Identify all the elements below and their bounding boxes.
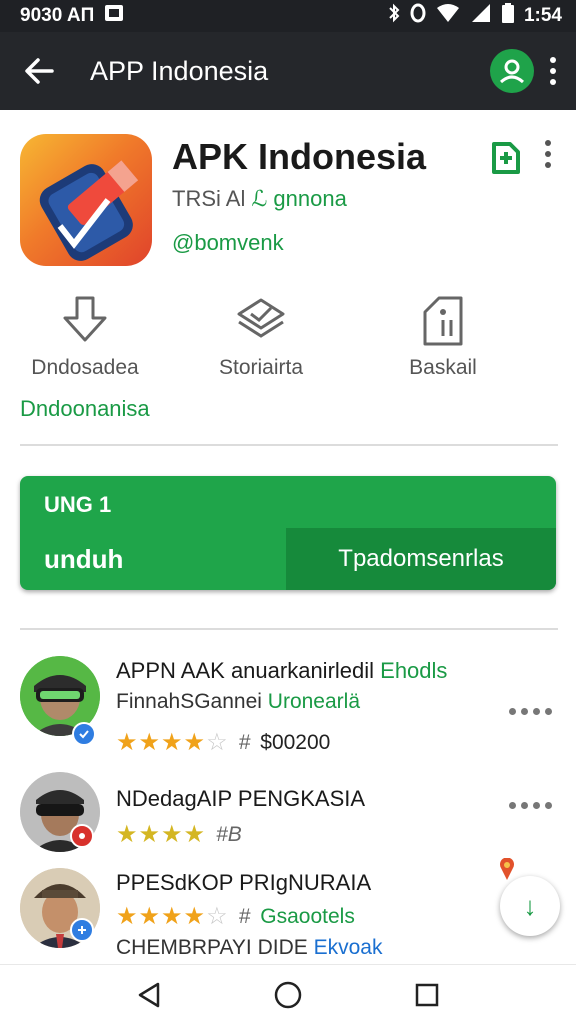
item-sub-text: CHEMBRPAYI DIDE <box>116 936 314 959</box>
more-horiz-icon[interactable] <box>509 802 552 809</box>
divider <box>20 628 558 630</box>
item-title-green: Ehodls <box>380 658 448 683</box>
account-button[interactable] <box>490 49 534 93</box>
verified-badge-icon <box>70 918 94 942</box>
star-rating: ★★★★ <box>116 821 207 848</box>
system-nav-bar <box>0 964 576 1024</box>
stat-downloads-label: Dndosadea <box>31 356 139 379</box>
app-subtitle-green: ℒ gnnona <box>251 186 347 211</box>
rating-row: ★★★★ #B <box>116 820 242 849</box>
status-time: 1:54 <box>523 5 562 26</box>
divider <box>20 444 558 446</box>
back-triangle-icon <box>139 982 160 1007</box>
list-item[interactable]: APPN AAK anuarkanirledil Ehodls FinnahSG… <box>0 654 576 757</box>
install-card: UNG 1 unduh Tpadomsenrlas <box>20 476 556 590</box>
app-name: APK Indonesia <box>172 136 427 177</box>
card-label: UNG 1 <box>44 492 112 517</box>
header-more-icon[interactable] <box>538 140 558 174</box>
item-sub-text: FinnahSGannei <box>116 690 268 713</box>
rating-text: Gsaootels <box>260 904 355 928</box>
list-item[interactable]: NDedagAIP PENGKASIA ★★★★ #B <box>0 772 576 872</box>
layers-icon <box>237 298 285 338</box>
stat-downloads[interactable]: Dndosadea <box>10 294 160 380</box>
status-bar: 9030 AП 1:54 <box>0 0 576 32</box>
category-link[interactable]: Dndoonanisa <box>20 396 150 422</box>
wishlist-button[interactable] <box>488 138 524 176</box>
badge-icon <box>70 824 94 848</box>
item-title: APPN AAK anuarkanirledil Ehodls <box>116 658 447 684</box>
sync-icon <box>410 3 426 29</box>
hash-label: #B <box>216 822 242 846</box>
app-bar: APP Indonesia <box>0 32 576 110</box>
verified-badge-icon <box>72 722 96 746</box>
developer-link[interactable]: @bomvenk <box>172 230 284 256</box>
stat-layers[interactable]: Storiairta <box>186 294 336 380</box>
item-sub-blue: Ekvoak <box>313 936 383 959</box>
nav-home-button[interactable] <box>264 971 312 1019</box>
more-horiz-icon[interactable] <box>509 708 552 715</box>
item-subtitle: CHEMBRPAYI DIDE Ekvoak <box>116 936 382 960</box>
back-button[interactable] <box>0 32 78 110</box>
rating-row: ★★★★☆ # Gsaootels <box>116 902 355 931</box>
screen: 9030 AП 1:54 APP Indonesia APK Indonesia… <box>0 0 576 1024</box>
download-arrow-icon <box>63 296 107 342</box>
item-title: NDedagAIP PENGKASIA <box>116 786 366 811</box>
image-icon <box>104 4 124 28</box>
list-item[interactable]: PPESdKOP PRIgNURAIA ★★★★☆ # Gsaootels CH… <box>0 866 576 966</box>
recents-square-icon <box>415 983 438 1006</box>
star-rating: ★★★★☆ <box>116 903 229 930</box>
wifi-icon <box>436 3 460 29</box>
app-icon <box>20 134 152 266</box>
nav-back-button[interactable] <box>125 971 173 1019</box>
star-rating: ★★★★☆ <box>116 729 229 756</box>
app-subtitle-text: TRSi Al <box>172 186 252 211</box>
account-icon <box>499 59 525 84</box>
info-bookmark-icon <box>423 296 463 346</box>
item-subtitle: FinnahSGannei Uronearlä <box>116 690 360 714</box>
price-label: $00200 <box>260 730 331 754</box>
back-arrow-icon <box>25 58 54 84</box>
download-button[interactable]: unduh <box>20 528 286 590</box>
app-subtitle: TRSi Al ℒ gnnona <box>172 186 347 212</box>
battery-icon <box>501 3 514 29</box>
bookmark-add-icon <box>492 142 520 174</box>
app-bar-title: APP Indonesia <box>90 55 269 86</box>
download-fab[interactable]: ↓ <box>500 876 560 936</box>
signal-icon <box>470 3 492 29</box>
pin-icon <box>500 858 514 880</box>
secondary-button[interactable]: Tpadomsenrlas <box>286 528 556 590</box>
item-title-text: APPN AAK anuarkanirledil <box>116 658 381 683</box>
stat-layers-label: Storiairta <box>218 356 304 379</box>
item-title: PPESdKOP PRIgNURAIA <box>116 870 372 895</box>
stat-info[interactable]: Baskail <box>368 294 518 380</box>
more-vert-icon[interactable] <box>550 57 556 85</box>
item-sub-green: Uronearlä <box>267 690 360 713</box>
home-circle-icon <box>274 981 302 1008</box>
hash-label: # <box>238 730 251 754</box>
bluetooth-icon <box>388 3 400 29</box>
status-left-text: 9030 AП <box>20 5 95 26</box>
hash-label: # <box>238 904 251 928</box>
nav-recents-button[interactable] <box>403 971 451 1019</box>
stat-info-label: Baskail <box>409 356 477 379</box>
rating-row: ★★★★☆ # $00200 <box>116 728 330 757</box>
